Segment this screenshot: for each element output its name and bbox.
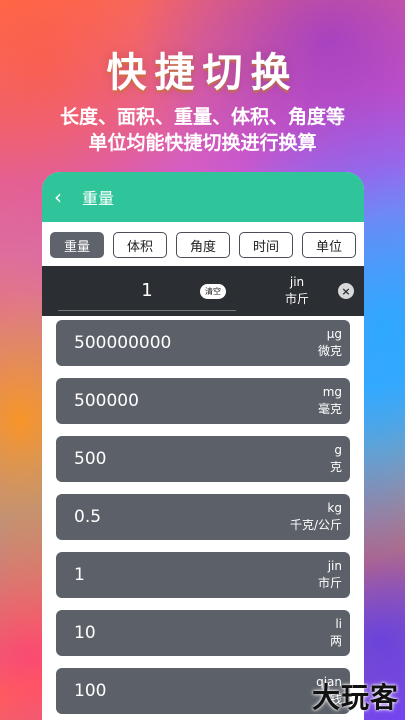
amount-input[interactable]: 1 清空: [58, 271, 236, 311]
hero-subtitle-line-2: 单位均能快捷切换进行换算: [88, 132, 317, 154]
result-unit-name: 微克: [317, 344, 342, 358]
result-unit: μg 微克: [318, 326, 342, 360]
result-unit-symbol: li: [335, 617, 342, 631]
result-unit-name: 克: [329, 460, 342, 474]
result-unit: li 两: [330, 616, 342, 650]
result-value: 1: [74, 565, 85, 585]
result-value: 0.5: [74, 507, 102, 527]
input-unit-name: 市斤: [284, 292, 309, 306]
clear-button[interactable]: 清空: [200, 284, 226, 299]
input-bar: 1 清空 jin 市斤 ×: [42, 266, 364, 316]
result-unit-symbol: jin: [327, 559, 342, 573]
tab-volume[interactable]: 体积: [113, 232, 167, 258]
result-row[interactable]: 100 qian 钱: [56, 668, 350, 714]
result-value: 500: [74, 449, 107, 469]
result-unit: g 克: [330, 442, 342, 476]
tab-unit[interactable]: 单位: [302, 232, 356, 258]
results-list: 500000000 μg 微克 500000 mg 毫克 500 g 克 0.5…: [42, 320, 364, 714]
result-unit-symbol: μg: [326, 327, 342, 341]
app-bar: ‹ 重量: [42, 172, 364, 222]
result-unit-name: 两: [329, 634, 342, 648]
result-unit-symbol: g: [334, 443, 342, 457]
phone-screen: ‹ 重量 重量 体积 角度 时间 单位 1 清空 jin 市斤 × 500000…: [42, 172, 364, 720]
result-unit-symbol: kg: [327, 501, 342, 515]
result-value: 10: [74, 623, 96, 643]
result-value: 500000000: [74, 333, 172, 353]
result-value: 100: [74, 681, 107, 701]
hero-subtitle: 长度、面积、重量、体积、角度等 单位均能快捷切换进行换算: [0, 104, 405, 156]
result-row[interactable]: 10 li 两: [56, 610, 350, 656]
result-unit: jin 市斤: [318, 558, 342, 592]
back-icon[interactable]: ‹: [54, 187, 78, 207]
tab-angle[interactable]: 角度: [176, 232, 230, 258]
result-unit: mg 毫克: [318, 384, 342, 418]
result-value: 500000: [74, 391, 139, 411]
amount-value: 1: [141, 280, 153, 301]
category-tabs: 重量 体积 角度 时间 单位: [42, 222, 364, 266]
result-unit-symbol: mg: [322, 385, 342, 399]
hero-subtitle-line-1: 长度、面积、重量、体积、角度等: [59, 106, 345, 128]
result-unit-name: 市斤: [317, 576, 342, 590]
hero-title: 快捷切换: [106, 50, 299, 96]
result-unit: kg 千克/公斤: [290, 500, 342, 534]
tab-time[interactable]: 时间: [239, 232, 293, 258]
result-row[interactable]: 500 g 克: [56, 436, 350, 482]
result-row[interactable]: 500000000 μg 微克: [56, 320, 350, 366]
result-row[interactable]: 500000 mg 毫克: [56, 378, 350, 424]
result-row[interactable]: 1 jin 市斤: [56, 552, 350, 598]
page-title: 重量: [82, 189, 115, 208]
result-unit-name: 毫克: [317, 402, 342, 416]
input-unit-selector[interactable]: jin 市斤: [262, 274, 332, 308]
tab-weight[interactable]: 重量: [50, 232, 104, 258]
result-unit-name: 千克/公斤: [289, 518, 342, 532]
input-unit-symbol: jin: [289, 275, 305, 289]
result-row[interactable]: 0.5 kg 千克/公斤: [56, 494, 350, 540]
close-icon[interactable]: ×: [338, 283, 354, 299]
watermark: 大玩客: [311, 681, 399, 714]
